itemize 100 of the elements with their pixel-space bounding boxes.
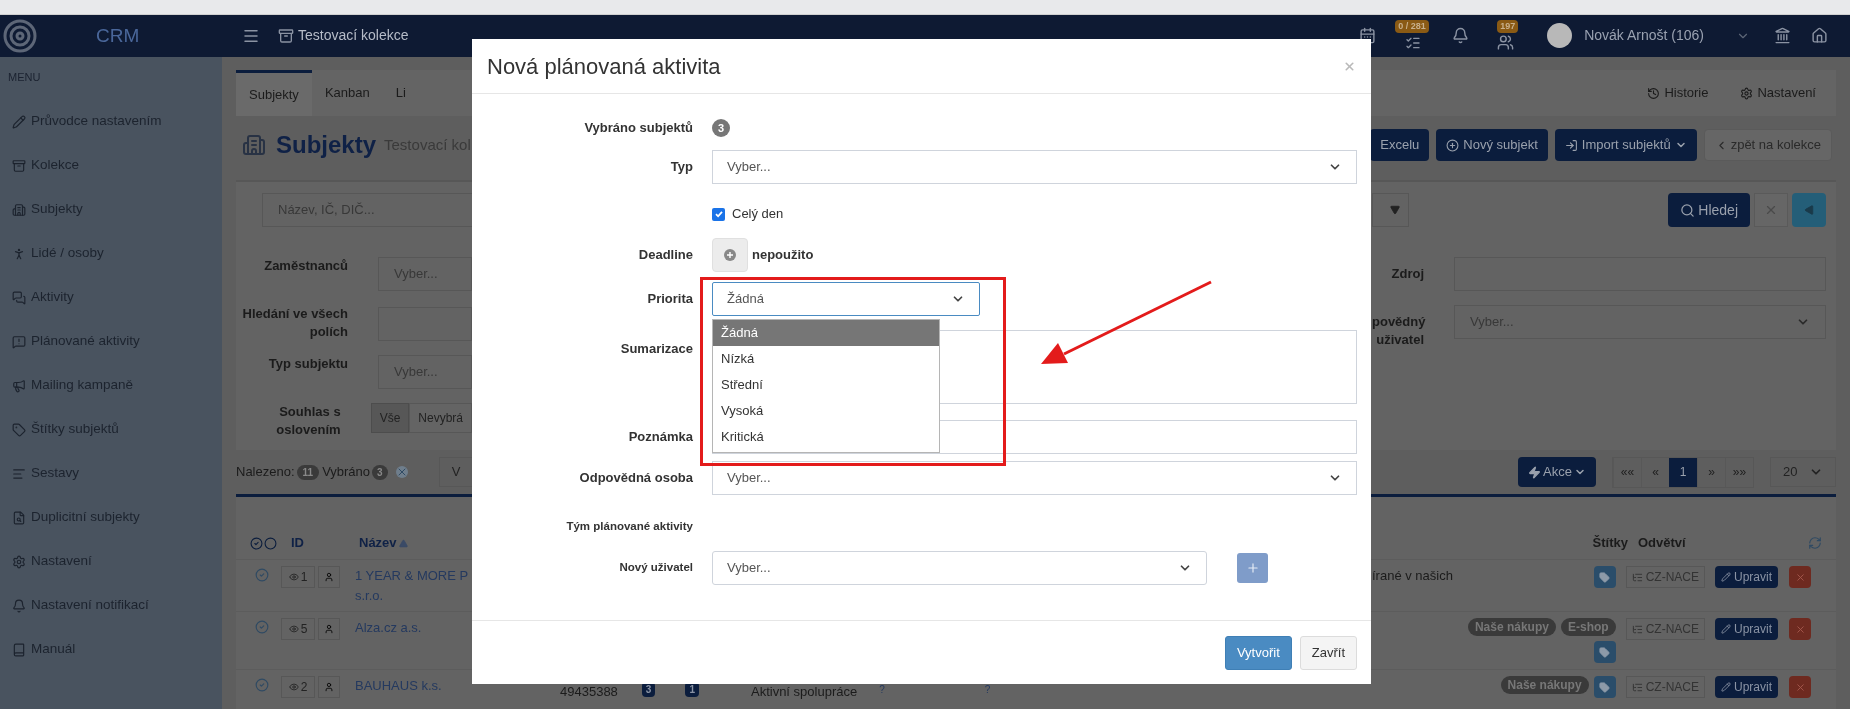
delete-button[interactable]: [1789, 566, 1811, 588]
company-name-link[interactable]: Alza.cz a.s.: [355, 618, 422, 638]
collection-name[interactable]: Testovací kolekce: [298, 25, 409, 47]
page-button[interactable]: »: [1697, 457, 1725, 487]
plus-circle-icon: [724, 249, 736, 261]
select-all-icon[interactable]: [250, 536, 263, 550]
pencil-icon: [1721, 682, 1731, 692]
add-date-button[interactable]: [712, 238, 748, 272]
segment-button[interactable]: Nevybrá: [409, 403, 472, 433]
calendar-icon[interactable]: [1359, 27, 1377, 45]
settings-icon: [1740, 86, 1754, 100]
edit-button[interactable]: Upravit: [1715, 618, 1778, 640]
person-button[interactable]: [318, 566, 340, 588]
sort-icon: [398, 538, 408, 548]
tab[interactable]: Kanban: [311, 70, 383, 116]
row-check-icon[interactable]: [255, 678, 269, 692]
page-button[interactable]: ««: [1613, 457, 1641, 487]
bell-icon[interactable]: [1452, 27, 1470, 45]
view-count-button[interactable]: 5: [281, 618, 315, 640]
tab[interactable]: Li: [382, 70, 419, 116]
dropdown-option[interactable]: Střední: [713, 372, 939, 398]
row-check-icon[interactable]: [255, 620, 269, 634]
close-icon: [1764, 203, 1778, 217]
user-name[interactable]: Novák Arnošt (106): [1584, 25, 1704, 47]
pencil-icon: [12, 114, 26, 129]
help-mark: ?: [879, 683, 885, 697]
header-button[interactable]: Import subjektů: [1554, 129, 1697, 161]
description-text: írané v našich: [1372, 567, 1454, 585]
actions-button[interactable]: Akce: [1518, 457, 1596, 487]
deselect-all-icon[interactable]: [264, 536, 277, 550]
column-header: Štítky: [1592, 534, 1628, 553]
plus-icon: [1245, 561, 1260, 575]
tag-label: Naše nákupy: [1500, 676, 1589, 694]
dropdown-option[interactable]: Žádná: [713, 320, 939, 346]
page-button[interactable]: »»: [1725, 457, 1753, 487]
close-button[interactable]: Zavřít: [1299, 635, 1357, 670]
company-name-link[interactable]: 1 YEAR & MORE P s.r.o.: [355, 566, 469, 606]
person-button[interactable]: [318, 618, 340, 640]
header-button[interactable]: Excelu: [1370, 129, 1430, 161]
edit-button[interactable]: Upravit: [1715, 566, 1778, 588]
users-icon[interactable]: [1496, 33, 1514, 51]
company-name-link[interactable]: BAUHAUS k.s.: [355, 676, 442, 696]
import-icon: [1564, 138, 1578, 152]
select-field[interactable]: Vyber...: [712, 461, 1357, 495]
deadline-status: nepoužito: [752, 246, 814, 265]
tab-link[interactable]: Nastavení: [1728, 70, 1828, 116]
tree-icon: [1631, 623, 1643, 635]
delete-button[interactable]: [1789, 618, 1811, 640]
page-button[interactable]: 1: [1669, 457, 1697, 487]
select-field[interactable]: Žádná: [712, 282, 980, 316]
home-icon[interactable]: [1811, 27, 1828, 45]
alert-count-badge: 197: [1497, 19, 1519, 34]
pencil-icon: [1721, 572, 1731, 582]
select-field[interactable]: Vyber...: [712, 150, 1357, 184]
lightning-icon: [1528, 465, 1542, 479]
row-check-icon[interactable]: [255, 568, 269, 582]
eye-icon: [288, 682, 299, 692]
list-icon: [12, 466, 26, 481]
select-field[interactable]: Vyber...: [712, 551, 1207, 585]
checkbox[interactable]: [712, 207, 725, 221]
select-field[interactable]: [1372, 193, 1409, 227]
archive-icon: [278, 27, 294, 44]
search-button[interactable]: Hledej: [1668, 193, 1750, 227]
eye-icon: [288, 624, 299, 634]
header-button[interactable]: zpět na kolekce: [1703, 129, 1832, 161]
dropdown-option[interactable]: Vysoká: [713, 398, 939, 424]
dropdown-option[interactable]: Nízká: [713, 346, 939, 372]
count-badge: 3: [372, 464, 388, 480]
tag-button[interactable]: [1593, 566, 1616, 588]
person-button[interactable]: [318, 676, 340, 698]
clear-selection-icon[interactable]: [395, 466, 408, 478]
refresh-icon[interactable]: [1808, 536, 1822, 550]
view-count-button[interactable]: 2: [281, 676, 315, 698]
tab-link[interactable]: Historie: [1635, 70, 1721, 116]
close-icon[interactable]: [1343, 59, 1356, 73]
archive-icon: [12, 158, 26, 173]
tag-button[interactable]: [1593, 676, 1616, 698]
create-button[interactable]: Vytvořit: [1224, 635, 1292, 670]
view-count-button[interactable]: 1: [281, 566, 315, 588]
filter-label: povědný uživatel: [1372, 313, 1424, 349]
caret-icon: [1804, 205, 1814, 215]
collapse-button[interactable]: [1792, 193, 1826, 227]
column-header[interactable]: Název: [359, 533, 408, 553]
company-id: 49435388: [560, 683, 618, 701]
tree-icon: [1631, 681, 1643, 693]
add-user-button[interactable]: [1237, 553, 1268, 583]
tab[interactable]: Subjekty: [236, 70, 312, 116]
dropdown-option[interactable]: Kritická: [713, 424, 939, 450]
edit-button[interactable]: Upravit: [1715, 676, 1778, 698]
header-button[interactable]: Nový subjekt: [1436, 129, 1548, 161]
count-badge: 3: [712, 119, 730, 137]
history-icon: [1647, 86, 1661, 100]
input-field[interactable]: [378, 307, 472, 341]
column-header[interactable]: ID: [291, 533, 304, 553]
page-size-select[interactable]: 20: [1770, 457, 1836, 487]
delete-button[interactable]: [1789, 676, 1811, 698]
bank-icon[interactable]: [1774, 27, 1791, 45]
task-count-badge: 0 / 281: [1395, 19, 1429, 34]
column-header: Odvětví: [1638, 534, 1687, 553]
tag-button[interactable]: [1593, 641, 1616, 663]
